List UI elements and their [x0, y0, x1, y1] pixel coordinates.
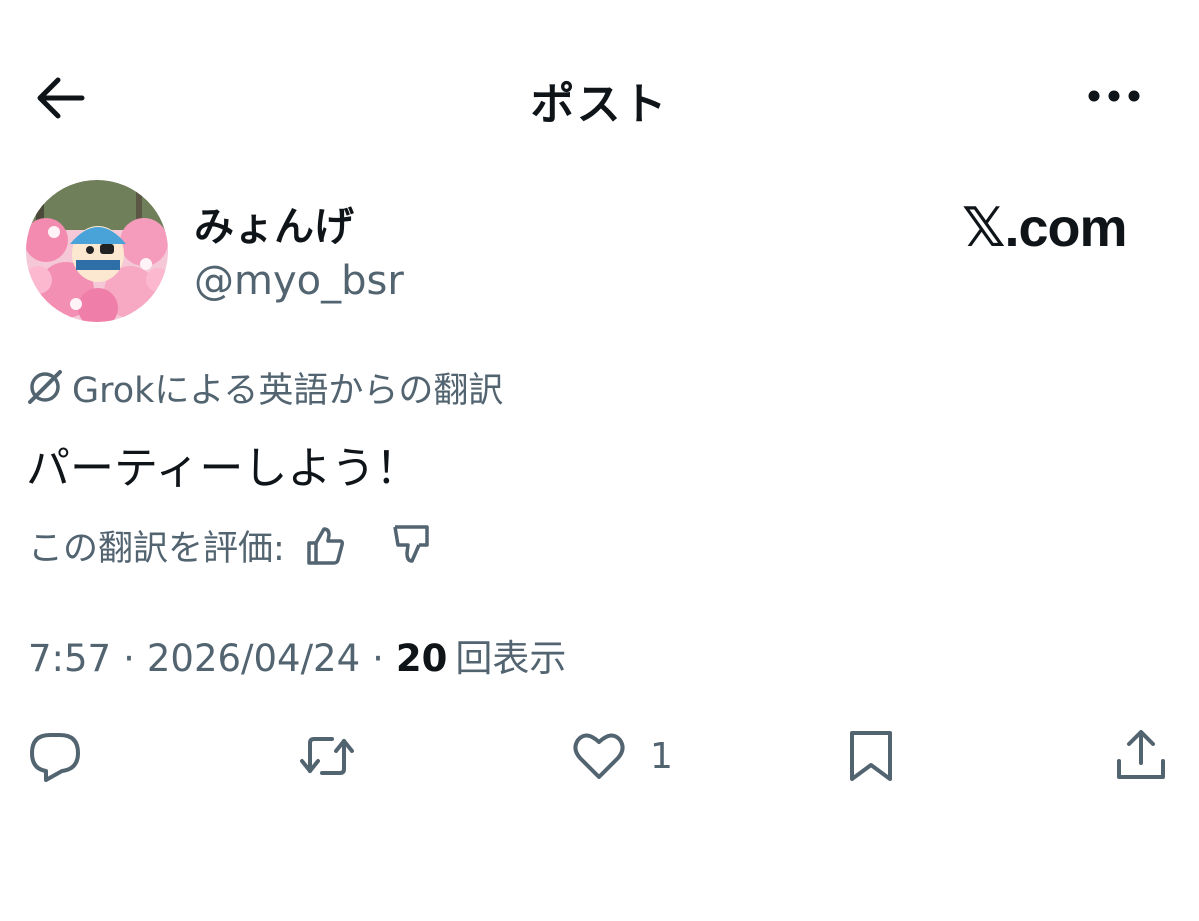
header: ポスト	[0, 0, 1199, 190]
like-count: 1	[650, 735, 673, 777]
meta-separator: ·	[372, 637, 384, 680]
display-name[interactable]: みょんげ	[194, 194, 354, 252]
share-icon	[1117, 730, 1165, 779]
translation-rating: この翻訳を評価:	[28, 520, 433, 570]
heart-icon	[573, 733, 625, 779]
bookmark-button[interactable]	[842, 728, 900, 784]
reply-icon	[30, 733, 80, 782]
bookmark-icon	[850, 731, 892, 781]
avatar[interactable]	[26, 180, 168, 322]
views-label: 回表示	[455, 637, 567, 680]
more-horizontal-icon	[1088, 90, 1140, 102]
thumbs-up-icon[interactable]	[303, 523, 347, 567]
post-time[interactable]: 7:57	[28, 637, 111, 680]
repost-button[interactable]	[298, 728, 356, 784]
rating-label: この翻訳を評価:	[28, 528, 285, 569]
page-title: ポスト	[530, 79, 669, 130]
user-handle[interactable]: @myo_bsr	[194, 258, 404, 304]
share-button[interactable]	[1112, 728, 1170, 784]
cherry-blossom-avatar	[26, 180, 168, 322]
repost-icon	[300, 737, 354, 775]
more-options-button[interactable]	[1082, 76, 1146, 116]
grok-icon	[28, 370, 62, 404]
post-meta: 7:57 · 2026/04/24 · 20 回表示	[28, 628, 566, 682]
meta-separator: ·	[123, 637, 135, 680]
translation-label: Grokによる英語からの翻訳	[72, 370, 504, 411]
thumbs-down-icon[interactable]	[389, 523, 433, 567]
like-button[interactable]: 1	[570, 728, 673, 784]
reply-button[interactable]	[26, 728, 84, 784]
post-date[interactable]: 2026/04/24	[147, 637, 360, 680]
brand-watermark: 𝕏.com	[962, 198, 1128, 258]
post-detail-page: ポスト みょんげ @myo_bsr 𝕏.com Grokによる英語からの翻訳 パ…	[0, 0, 1199, 921]
translation-header: Grokによる英語からの翻訳	[24, 364, 504, 411]
views-count[interactable]: 20	[396, 637, 448, 680]
post-text: パーティーしよう！	[26, 443, 420, 494]
